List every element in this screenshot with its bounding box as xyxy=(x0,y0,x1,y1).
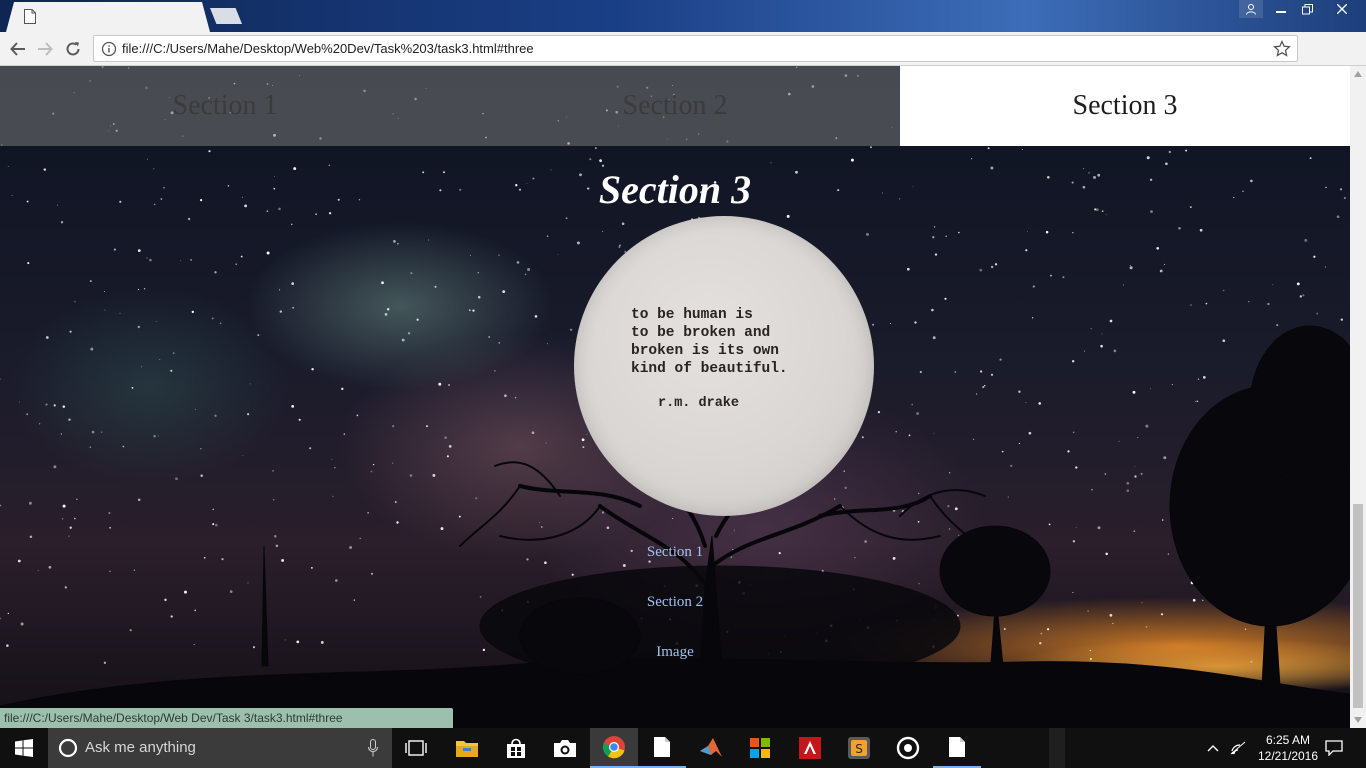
document-icon xyxy=(24,9,36,24)
bookmark-star-icon[interactable] xyxy=(1273,40,1291,58)
network-icon[interactable] xyxy=(1228,728,1248,768)
address-bar[interactable]: file:///C:/Users/Mahe/Desktop/Web%20Dev/… xyxy=(93,35,1298,62)
taskbar: Ask me anything S 6:25 AM 12/21/2016 xyxy=(0,728,1366,768)
taskbar-clock[interactable]: 6:25 AM 12/21/2016 xyxy=(1256,732,1320,764)
matlab-icon[interactable] xyxy=(687,728,735,768)
office-tiles-icon[interactable] xyxy=(736,728,784,768)
link-section-1[interactable]: Section 1 xyxy=(0,544,1350,561)
acrobat-icon[interactable] xyxy=(786,728,834,768)
taskbar-divider xyxy=(1049,728,1065,768)
new-tab-button[interactable] xyxy=(210,8,242,24)
section-nav: Section 1 Section 2 Section 3 xyxy=(0,66,1350,146)
cortana-icon xyxy=(58,738,78,758)
tab-strip xyxy=(0,0,1366,32)
quote-image: to be human is to be broken and broken i… xyxy=(574,216,874,516)
microphone-icon[interactable] xyxy=(368,739,378,757)
clock-time: 6:25 AM xyxy=(1265,733,1311,747)
search-placeholder[interactable]: Ask me anything xyxy=(85,739,196,756)
reload-icon[interactable] xyxy=(60,36,86,62)
scroll-down-icon[interactable] xyxy=(1350,712,1366,728)
quote-text: to be human is to be broken and broken i… xyxy=(631,307,788,377)
forward-icon[interactable] xyxy=(32,36,58,62)
nav-tab-section-3[interactable]: Section 3 xyxy=(900,66,1350,146)
close-icon[interactable] xyxy=(1322,0,1362,18)
windows-icon xyxy=(15,739,33,757)
browser-tab[interactable] xyxy=(6,2,210,32)
taskbar-search[interactable]: Ask me anything xyxy=(48,728,392,768)
sublime-text-icon[interactable]: S xyxy=(835,728,883,768)
document-app-icon[interactable] xyxy=(933,728,981,768)
clock-date: 12/21/2016 xyxy=(1257,749,1319,763)
scrollbar-thumb[interactable] xyxy=(1353,504,1363,708)
store-icon[interactable] xyxy=(492,728,540,768)
back-icon[interactable] xyxy=(5,36,31,62)
minimize-icon[interactable] xyxy=(1269,0,1293,18)
chrome-icon[interactable] xyxy=(590,728,638,768)
page-title: Section 3 xyxy=(598,167,752,212)
chevron-up-icon[interactable] xyxy=(1203,728,1223,768)
restore-icon[interactable] xyxy=(1295,0,1319,18)
info-icon[interactable] xyxy=(101,41,117,57)
browser-toolbar: file:///C:/Users/Mahe/Desktop/Web%20Dev/… xyxy=(0,32,1366,87)
profile-icon[interactable] xyxy=(1239,0,1263,18)
notepad-icon[interactable] xyxy=(638,728,686,768)
file-explorer-icon[interactable] xyxy=(443,728,491,768)
scroll-up-icon[interactable] xyxy=(1350,66,1366,82)
nav-tab-section-2[interactable]: Section 2 xyxy=(450,66,900,146)
svg-text:S: S xyxy=(855,742,863,756)
notification-icon[interactable] xyxy=(1320,728,1348,768)
camera-icon[interactable] xyxy=(541,728,589,768)
task-view-icon[interactable] xyxy=(392,728,440,768)
address-url[interactable]: file:///C:/Users/Mahe/Desktop/Web%20Dev/… xyxy=(122,41,534,56)
page-viewport: Section 1 Section 2 Section 3 Section 3 … xyxy=(0,66,1350,728)
nav-tab-section-1[interactable]: Section 1 xyxy=(0,66,450,146)
start-button[interactable] xyxy=(0,728,48,768)
link-image[interactable]: Image xyxy=(0,644,1350,661)
media-player-icon[interactable] xyxy=(884,728,932,768)
status-bar-url: file:///C:/Users/Mahe/Desktop/Web Dev/Ta… xyxy=(0,708,453,728)
vertical-scrollbar[interactable] xyxy=(1350,66,1366,728)
quote-author: r.m. drake xyxy=(658,396,740,411)
link-section-2[interactable]: Section 2 xyxy=(0,594,1350,611)
